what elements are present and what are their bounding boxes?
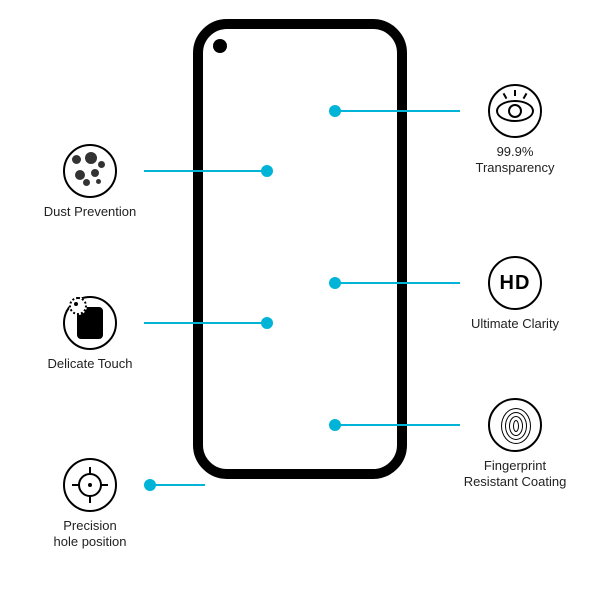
pointer-dust [144, 170, 272, 172]
feature-label: Fingerprint Resistant Coating [440, 458, 590, 491]
pointer-clarity [330, 282, 460, 284]
pointer-precision [145, 484, 205, 486]
feature-label: Dust Prevention [15, 204, 165, 220]
feature-label: Ultimate Clarity [440, 316, 590, 332]
hd-icon: HD [488, 256, 542, 310]
feature-precision-hole: Precision hole position [15, 458, 165, 551]
phone-outline [193, 19, 407, 479]
feature-label: Delicate Touch [15, 356, 165, 372]
feature-transparency: 99.9% Transparency [440, 84, 590, 177]
dust-icon [63, 144, 117, 198]
feature-label: Precision hole position [15, 518, 165, 551]
feature-delicate-touch: Delicate Touch [15, 296, 165, 372]
eye-icon [488, 84, 542, 138]
feature-label: 99.9% Transparency [440, 144, 590, 177]
crosshair-icon [63, 458, 117, 512]
touch-icon [63, 296, 117, 350]
feature-dust-prevention: Dust Prevention [15, 144, 165, 220]
feature-fingerprint: Fingerprint Resistant Coating [440, 398, 590, 491]
pointer-fingerprint [330, 424, 460, 426]
camera-punch-hole [213, 39, 227, 53]
fingerprint-icon [488, 398, 542, 452]
feature-ultimate-clarity: HD Ultimate Clarity [440, 256, 590, 332]
pointer-touch [144, 322, 272, 324]
pointer-transparency [330, 110, 460, 112]
